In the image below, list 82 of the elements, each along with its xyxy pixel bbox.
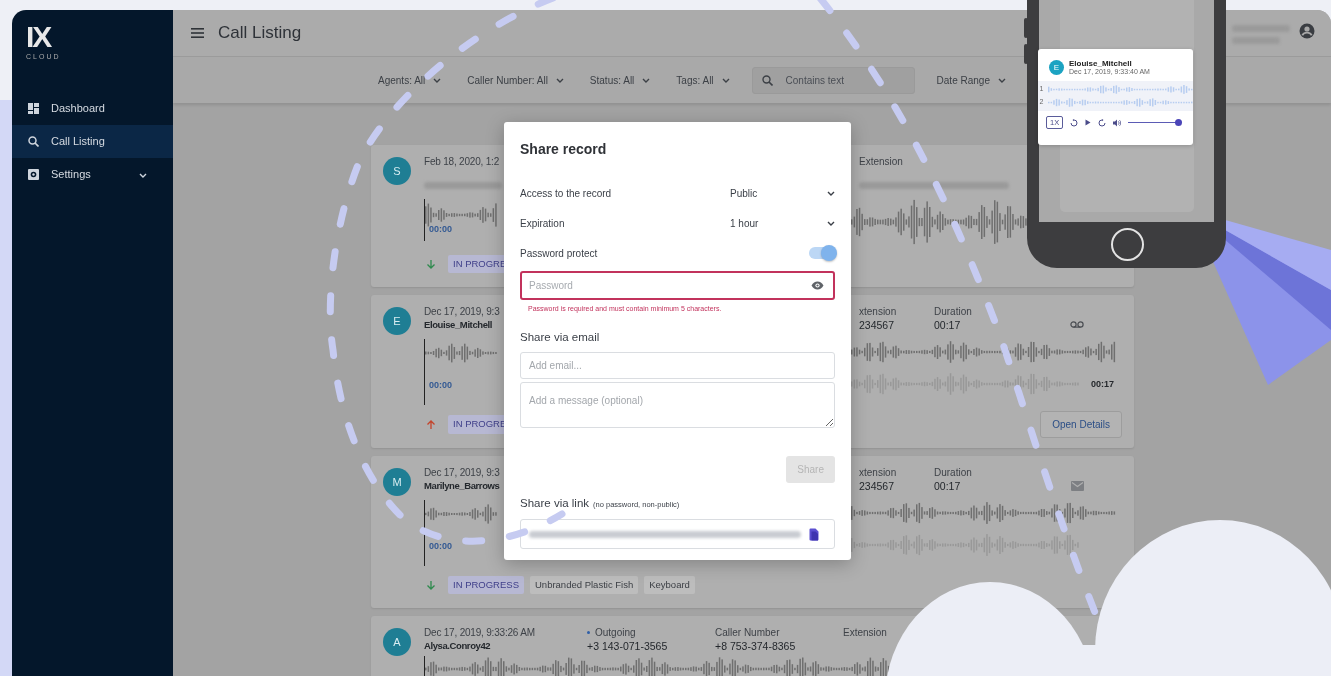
- volume-icon[interactable]: [1113, 118, 1122, 127]
- time-label: 00:00: [429, 223, 453, 236]
- chevron-icon: [433, 77, 442, 83]
- call-date: Feb 18, 2020, 1:2: [424, 155, 500, 168]
- forward-icon[interactable]: [1098, 118, 1107, 127]
- caller-name: Alysa.Conroy42: [424, 639, 492, 653]
- menu-icon[interactable]: [191, 28, 204, 38]
- field-value: 00:17: [934, 318, 961, 332]
- tag: Keyboard: [644, 575, 695, 595]
- avatar: M: [383, 468, 411, 496]
- toggle-switch[interactable]: [809, 247, 835, 259]
- volume-slider[interactable]: [1128, 121, 1179, 124]
- password-field[interactable]: Password: [520, 271, 835, 300]
- call-date: Dec 17, 2019, 9:33:26 AM: [424, 626, 536, 639]
- field-label: Extension: [859, 155, 903, 168]
- chevron-icon: [827, 190, 835, 196]
- rewind-icon[interactable]: [1070, 118, 1079, 127]
- chevron-icon: [721, 77, 730, 83]
- field-label: Access to the record: [520, 186, 612, 201]
- mail-icon: [1071, 480, 1084, 491]
- tag: Unbranded Plastic Fish: [530, 575, 639, 595]
- time-label: 00:17: [1090, 378, 1114, 391]
- field-value: +8 753-374-8365: [715, 639, 796, 653]
- sidebar-item[interactable]: Dashboard: [12, 92, 173, 125]
- select-field[interactable]: 1 hour: [730, 215, 835, 231]
- field-label: xtension: [859, 466, 897, 479]
- filter-dropdown[interactable]: Date Range: [936, 72, 1006, 88]
- search-field[interactable]: Contains text: [751, 66, 915, 94]
- call-date: Dec 17, 2019, 9:3: [424, 305, 501, 318]
- field-label: Password protect: [520, 246, 598, 261]
- field-label: Caller Number: [715, 626, 780, 639]
- home-button[interactable]: [1111, 228, 1144, 261]
- field-value: 234567: [859, 318, 895, 332]
- filter-dropdown[interactable]: Tags: All: [676, 72, 730, 88]
- call-date: Dec 17, 2019, 9:3: [424, 466, 501, 479]
- chevron-icon: [827, 220, 835, 226]
- time-label: 00:00: [429, 379, 453, 392]
- section-heading: Share via email: [520, 329, 601, 345]
- avatar: A: [383, 628, 411, 656]
- select-field[interactable]: Public: [730, 185, 835, 201]
- chevron-icon: [555, 77, 564, 83]
- section-heading: Share via link: [520, 495, 590, 511]
- caller-name: Elouise_Mitchell: [424, 318, 494, 332]
- filter-dropdown[interactable]: Status: All: [589, 72, 651, 88]
- avatar: E: [1049, 60, 1064, 75]
- play-icon[interactable]: [1085, 119, 1092, 126]
- field-value: 00:17: [934, 479, 961, 493]
- dialog-title: Share record: [520, 140, 608, 159]
- filter-dropdown[interactable]: Agents: All: [378, 72, 442, 88]
- field-label: Duration: [934, 305, 972, 318]
- dashboard-icon: [28, 103, 39, 114]
- time-label: 00:00: [429, 540, 453, 553]
- field-label: xtension: [859, 305, 897, 318]
- message-field[interactable]: Add a message (optional): [520, 381, 835, 428]
- search-icon: [28, 136, 39, 147]
- account-icon[interactable]: [1299, 23, 1315, 39]
- avatar: S: [383, 157, 411, 185]
- eye-icon[interactable]: [811, 281, 824, 290]
- sidebar-item[interactable]: Settings: [12, 158, 173, 191]
- email-field[interactable]: Add email...: [520, 351, 835, 379]
- sidebar-item[interactable]: Call Listing: [12, 125, 173, 158]
- page-title: Call Listing: [218, 22, 302, 45]
- field-label: Expiration: [520, 216, 565, 231]
- field-value: 234567: [859, 479, 895, 493]
- dot-icon: [587, 630, 590, 634]
- slider-thumb[interactable]: [1174, 118, 1182, 126]
- voicemail-icon: [1070, 321, 1084, 329]
- field-value: +3 143-071-3565: [587, 639, 668, 653]
- filter-dropdown[interactable]: Caller Number: All: [467, 72, 564, 88]
- chevron-icon: [642, 77, 651, 83]
- caller-name: Marilyne_Barrows: [424, 479, 501, 493]
- field-label: Outgoing: [587, 626, 636, 639]
- field-label: Extension: [843, 626, 887, 639]
- field-label: Duration: [934, 466, 972, 479]
- copy-icon[interactable]: [809, 527, 820, 541]
- link-field[interactable]: [520, 519, 835, 549]
- open-details-button[interactable]: Open Details: [1040, 411, 1122, 438]
- chevron-icon: [997, 77, 1006, 83]
- caller-name: Elouise_Mitchell: [1069, 59, 1133, 68]
- avatar: E: [383, 307, 411, 335]
- settings-icon: [28, 169, 39, 180]
- status-tag: IN PROGRESS: [448, 575, 524, 595]
